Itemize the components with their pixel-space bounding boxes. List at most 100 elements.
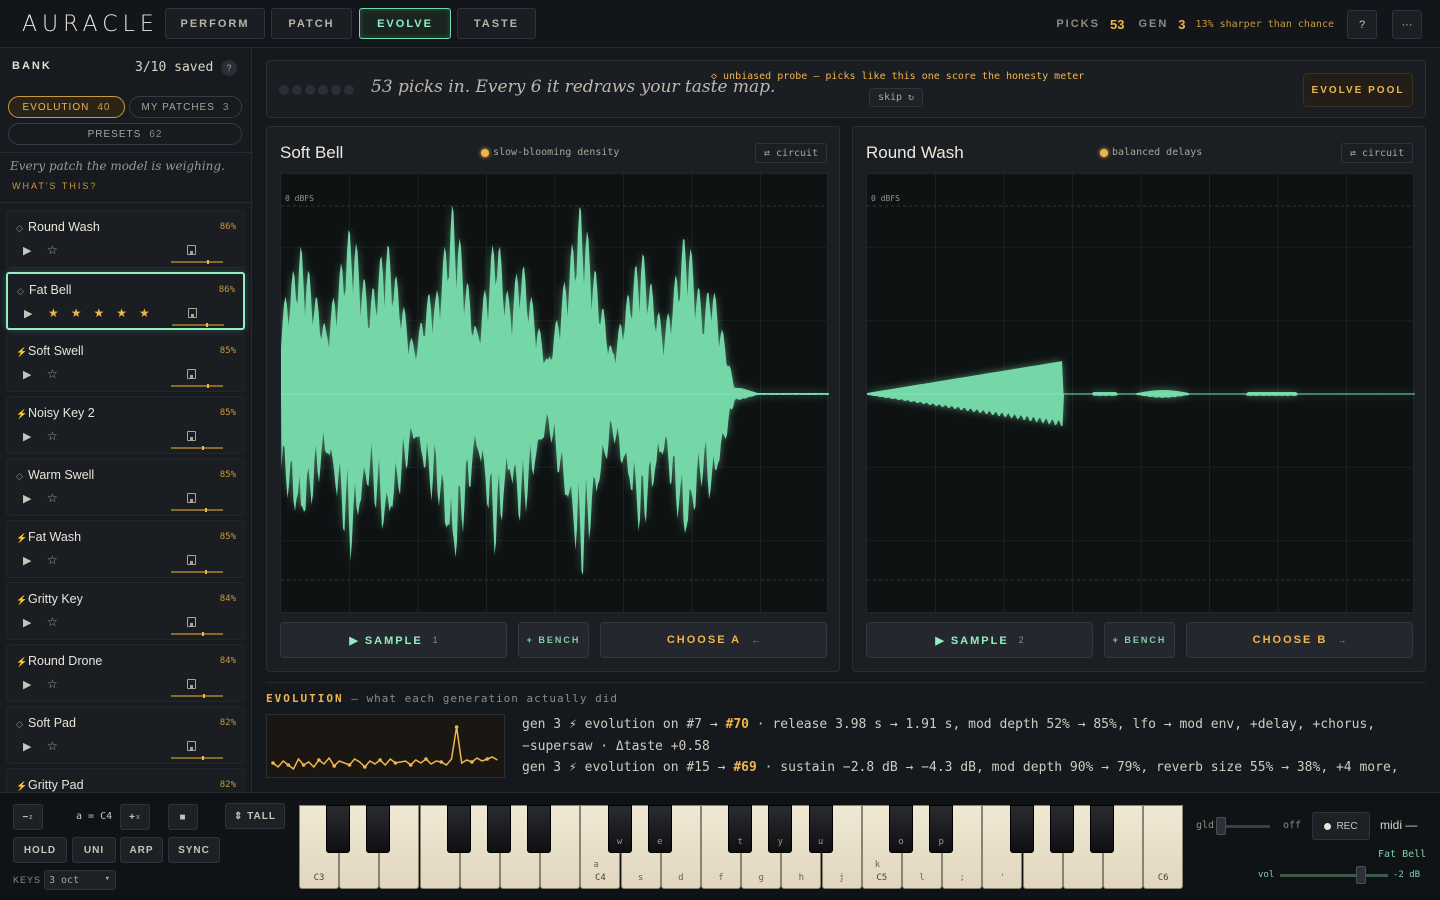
patch-item[interactable]: ◇ Warm Swell 85% ▶ ☆ <box>6 458 245 516</box>
star-rating[interactable]: ☆ <box>47 491 70 505</box>
tab-taste[interactable]: TASTE <box>457 8 536 39</box>
card-a-waveform[interactable]: 0 dBFS <box>280 173 829 614</box>
entry-patch-link[interactable]: #69 <box>733 760 756 775</box>
choose-a-button[interactable]: CHOOSE A ← <box>600 622 827 658</box>
hold-button[interactable]: HOLD <box>13 837 67 863</box>
star-rating[interactable]: ☆ <box>47 739 70 753</box>
entry-patch-link[interactable]: #70 <box>726 717 749 732</box>
tab-patch[interactable]: PATCH <box>271 8 352 39</box>
black-key[interactable]: w <box>607 805 632 853</box>
play-icon[interactable]: ▶ <box>24 307 32 320</box>
black-key[interactable] <box>487 805 511 853</box>
play-icon[interactable]: ▶ <box>23 678 31 691</box>
record-button[interactable]: REC <box>1312 812 1370 840</box>
card-b-sample-button[interactable]: ▶ SAMPLE 2 <box>866 622 1093 658</box>
black-key[interactable] <box>1009 805 1034 853</box>
patch-item[interactable]: ◇ Soft Pad 82% ▶ ☆ <box>6 706 245 764</box>
patch-item[interactable]: ⚡ Round Drone 84% ▶ ☆ <box>6 644 245 702</box>
star-rating[interactable]: ☆ <box>47 429 70 443</box>
black-key[interactable] <box>1090 805 1114 853</box>
black-key[interactable]: o <box>889 805 913 853</box>
key-shortcut-label: ' <box>999 873 1006 883</box>
sync-button[interactable]: SYNC <box>168 837 220 863</box>
play-icon[interactable]: ▶ <box>23 740 31 753</box>
save-disk-icon[interactable] <box>187 245 196 255</box>
star-rating[interactable]: ★★★★★ <box>48 306 162 320</box>
save-disk-icon[interactable] <box>187 617 196 627</box>
play-icon[interactable]: ▶ <box>23 430 31 443</box>
patch-item[interactable]: ⚡ Noisy Key 2 85% ▶ ☆ <box>6 396 245 454</box>
star-rating[interactable]: ☆ <box>47 367 70 381</box>
save-disk-icon[interactable] <box>187 555 196 565</box>
filter-my-patches[interactable]: MY PATCHES 3 <box>129 96 242 118</box>
skip-button[interactable]: skip ↻ <box>869 88 923 107</box>
save-disk-icon[interactable] <box>187 679 196 689</box>
card-a-circuit-button[interactable]: ⇄ circuit <box>755 143 827 163</box>
octave-up-button[interactable]: + x <box>120 804 150 830</box>
play-icon[interactable]: ▶ <box>23 244 31 257</box>
help-button[interactable]: ? <box>1347 10 1377 39</box>
patch-item[interactable]: ⚡ Gritty Key 84% ▶ ☆ <box>6 582 245 640</box>
tall-toggle-button[interactable]: ⇕ TALL <box>225 803 285 829</box>
patch-item[interactable]: ⚡ Fat Wash 85% ▶ ☆ <box>6 520 245 578</box>
patch-item[interactable]: ⚡Gritty Pad82%▶☆ <box>6 768 245 792</box>
unison-button[interactable]: UNI <box>72 837 116 863</box>
black-key[interactable]: p <box>929 805 954 853</box>
black-key[interactable] <box>326 805 351 853</box>
arp-button[interactable]: ARP <box>120 837 163 863</box>
save-disk-icon[interactable] <box>187 741 196 751</box>
card-a-sample-button[interactable]: ▶ SAMPLE 1 <box>280 622 507 658</box>
play-icon[interactable]: ▶ <box>23 616 31 629</box>
black-key[interactable] <box>446 805 471 853</box>
black-key[interactable]: y <box>768 805 793 853</box>
black-key[interactable]: t <box>728 805 753 853</box>
star-rating[interactable]: ☆ <box>47 677 70 691</box>
black-key[interactable] <box>527 805 552 853</box>
evolve-pool-button[interactable]: EVOLVE POOL <box>1303 73 1413 107</box>
play-icon[interactable]: ▶ <box>23 554 31 567</box>
entry-details: · sustain −2.8 dB → −4.3 dB, mod depth 9… <box>756 760 1399 775</box>
patch-item[interactable]: ⚡ Soft Swell 85% ▶ ☆ <box>6 334 245 392</box>
star-rating[interactable]: ☆ <box>47 243 70 257</box>
waveform-a-svg <box>281 174 829 614</box>
bank-help-icon[interactable]: ? <box>221 60 237 76</box>
sparkline-point <box>378 758 382 762</box>
card-b-circuit-button[interactable]: ⇄ circuit <box>1341 143 1413 163</box>
patch-item[interactable]: ◇ Round Wash 86% ▶ ☆ <box>6 210 245 268</box>
midi-status[interactable]: midi — <box>1380 818 1417 832</box>
volume-slider-track[interactable] <box>1280 874 1388 877</box>
glide-slider-handle[interactable] <box>1216 817 1226 835</box>
diamond-icon: ◇ <box>16 471 23 481</box>
play-icon[interactable]: ▶ <box>23 492 31 505</box>
volume-slider-handle[interactable] <box>1356 866 1366 884</box>
tab-evolve[interactable]: EVOLVE <box>359 8 451 39</box>
white-key[interactable]: C6 <box>1143 805 1184 889</box>
save-disk-icon[interactable] <box>187 431 196 441</box>
star-rating[interactable]: ☆ <box>47 553 70 567</box>
piano-keyboard[interactable]: C3 C4 a s d f g h j C5 k l; ' C6 w e t y u o p <box>299 805 1184 889</box>
choose-b-button[interactable]: CHOOSE B → <box>1186 622 1413 658</box>
patch-item[interactable]: ◇ Fat Bell 86% ▶ ★★★★★ <box>6 272 245 330</box>
star-rating[interactable]: ☆ <box>47 615 70 629</box>
save-disk-icon[interactable] <box>187 493 196 503</box>
octave-down-button[interactable]: − z <box>13 804 43 830</box>
black-key[interactable] <box>1049 805 1074 853</box>
more-menu-button[interactable]: ··· <box>1392 10 1422 39</box>
save-disk-icon[interactable] <box>187 369 196 379</box>
filter-presets[interactable]: PRESETS 62 <box>8 123 242 145</box>
card-a-bench-button[interactable]: + BENCH <box>518 622 589 658</box>
play-icon[interactable]: ▶ <box>23 368 31 381</box>
diamond-icon: ◇ <box>16 719 23 729</box>
keys-range-select[interactable]: 3 oct <box>44 870 116 890</box>
save-disk-icon[interactable] <box>188 308 197 318</box>
card-b-waveform[interactable]: 0 dBFS <box>866 173 1415 614</box>
whats-this-link[interactable]: WHAT'S THIS? <box>12 181 97 191</box>
black-key[interactable] <box>366 805 391 853</box>
card-b-bench-button[interactable]: + BENCH <box>1104 622 1175 658</box>
filter-evolution[interactable]: EVOLUTION 40 <box>8 96 125 118</box>
tab-perform[interactable]: PERFORM <box>165 8 265 39</box>
stop-button[interactable]: ■ <box>168 804 198 830</box>
sparkline-point <box>363 765 367 769</box>
black-key[interactable]: e <box>647 805 672 853</box>
black-key[interactable]: u <box>808 805 833 853</box>
